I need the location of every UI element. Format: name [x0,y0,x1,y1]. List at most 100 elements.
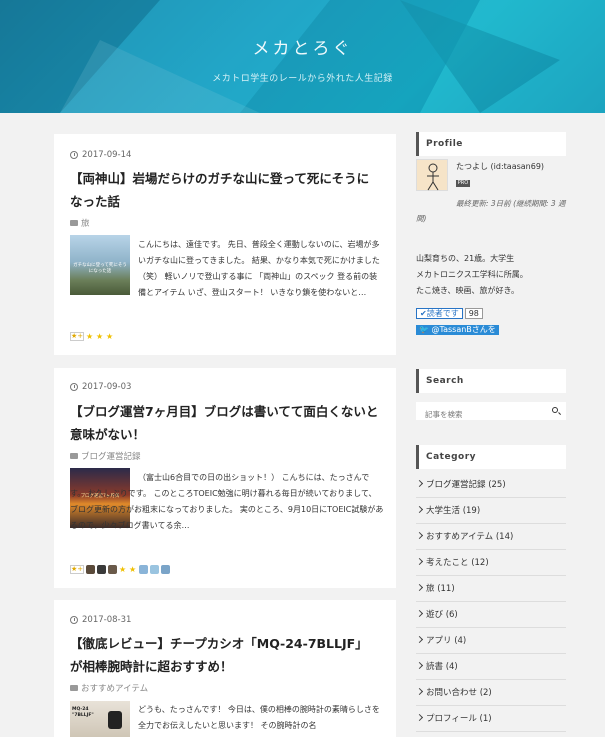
avatar-figure-icon [427,163,439,191]
chevron-right-icon [415,531,424,540]
chevron-right-icon [415,687,424,696]
category-label: アプリ (4) [426,636,467,646]
chevron-right-icon [415,635,424,644]
thumbnail-caption: ガチな山に登って死にそうになった話 [73,263,127,274]
reader-subscribe: ✔読者です 98 [416,308,483,319]
post-category[interactable]: ブログ運営記録 [70,450,141,462]
user-star-icon[interactable] [161,565,170,574]
category-item[interactable]: プロフィール (1) [415,706,566,732]
post-date: 2017-09-14 [70,150,131,160]
last-update: 最終更新: 3日前 (継続期間: 3 週間) [416,199,566,223]
user-star-icon[interactable] [150,565,159,574]
star-icon: ★ [96,331,104,341]
star-icon: ★ [129,564,137,574]
clock-icon [70,616,78,624]
search-form [416,402,566,424]
category-item[interactable]: 旅 (11) [415,576,566,602]
user-star-icon[interactable] [86,565,95,574]
category-label: 大学生活 (19) [426,506,481,516]
category-heading: Category [416,445,566,469]
search-icon[interactable] [552,407,558,413]
post-excerpt: どうも、たっさんです！ 今日は、僕の相棒の腕時計の素晴らしさを全力でお伝えしたい… [138,705,380,730]
post-title[interactable]: 【両神山】岩場だらけのガチな山に登って死にそうになった話 [70,167,380,213]
category-item[interactable]: おすすめアイテム (14) [415,524,566,550]
category-label: お問い合わせ (2) [426,688,492,698]
category-item[interactable]: 遊び (6) [415,602,566,628]
post-category[interactable]: おすすめアイテム [70,682,148,694]
category-label: おすすめアイテム (14) [426,532,514,542]
post-category[interactable]: 旅 [70,217,90,229]
category-item[interactable]: 大学生活 (19) [415,498,566,524]
category-label: 読書 (4) [426,662,458,672]
post-thumbnail[interactable]: ガチな山に登って死にそうになった話 [70,235,130,295]
folder-icon [70,220,78,226]
subscribe-button[interactable]: ✔読者です [416,308,463,319]
twitter-bird-icon: 🐦 [419,325,429,334]
chevron-right-icon [415,583,424,592]
star-icon: ★ [86,331,94,341]
star-icon: ★ [119,564,127,574]
category-item[interactable]: 考えたこと (12) [415,550,566,576]
folder-icon [70,685,78,691]
post-card: 2017-09-14 【両神山】岩場だらけのガチな山に登って死にそうになった話 … [54,134,396,355]
profile-username[interactable]: たつよし (id:taasan69) [456,161,571,172]
clock-icon [70,383,78,391]
post-date-text: 2017-09-03 [82,382,132,392]
category-label: ブログ運営記録 (25) [426,480,506,490]
chevron-right-icon [415,713,424,722]
star-list: ★+ ★ ★ [70,565,170,574]
post-title[interactable]: 【徹底レビュー】チープカシオ「MQ-24-7BLLJF」が相棒腕時計に超おすすめ… [70,632,380,678]
chevron-right-icon [415,479,424,488]
pro-badge: PRO [456,180,470,187]
thumbnail-caption: MQ-24 "7BLLJF" [72,707,94,718]
category-item[interactable]: お問い合わせ (2) [415,680,566,706]
category-label: プロフィール (1) [426,714,492,724]
post-date: 2017-08-31 [70,615,131,625]
profile-heading: Profile [416,132,566,156]
site-title[interactable]: メカとろぐ [0,34,605,59]
category-label: 旅 (11) [426,584,455,594]
post-excerpt: こんにちは、遠佳です。 先日、普段全く運動しないのに、岩場が多いガチな山に登って… [138,240,380,297]
star-list: ★+ ★ ★ ★ [70,332,114,341]
search-input[interactable] [416,405,541,424]
chevron-right-icon [415,661,424,670]
post-title[interactable]: 【ブログ運営7ヶ月目】ブログは書いてて面白くないと意味がない！ [70,400,380,446]
category-item[interactable]: 読書 (4) [415,654,566,680]
post-card: 2017-08-31 【徹底レビュー】チープカシオ「MQ-24-7BLLJF」が… [54,600,396,737]
category-item[interactable]: アプリ (4) [415,628,566,654]
site-description: メカトロ学生のレールから外れた人生記録 [212,74,393,84]
chevron-right-icon [415,609,424,618]
site-header: メカとろぐ メカトロ学生のレールから外れた人生記録 [0,0,605,113]
twitter-follow-button[interactable]: 🐦 @TassanBさんを [416,325,499,335]
search-heading: Search [416,369,566,393]
add-star-button[interactable]: ★+ [70,565,84,574]
category-label: 遊び (6) [426,610,458,620]
post-date-text: 2017-09-14 [82,150,132,160]
bio-line: メカトロニクス工学科に所属。 [416,270,528,279]
bio-line: 山梨育ちの、21歳。大学生 [416,254,515,263]
post-category-label: おすすめアイテム [81,684,149,694]
add-star-button[interactable]: ★+ [70,332,84,341]
user-star-icon[interactable] [108,565,117,574]
star-icon: ★ [106,331,114,341]
folder-icon [70,453,78,459]
avatar[interactable] [416,159,448,191]
post-date-text: 2017-08-31 [82,615,132,625]
post-category-label: 旅 [81,219,90,229]
category-item[interactable]: ブログ運営記録 (25) [415,472,566,498]
bio-line: たこ焼き、映画、旅が好き。 [416,286,520,295]
twitter-follow-label: @TassanBさんを [431,325,496,334]
user-star-icon[interactable] [97,565,106,574]
post-category-label: ブログ運営記録 [81,452,141,462]
reader-count[interactable]: 98 [464,308,483,319]
post-card: 2017-09-03 【ブログ運営7ヶ月目】ブログは書いてて面白くないと意味がな… [54,368,396,588]
watch-image [108,711,122,729]
clock-icon [70,151,78,159]
post-excerpt: （富士山6合目での日の出ショット！） こんちには、たっさんです。 お久しぶりです… [70,473,384,530]
post-thumbnail[interactable]: MQ-24 "7BLLJF" [70,701,130,737]
chevron-right-icon [415,505,424,514]
chevron-right-icon [415,557,424,566]
user-star-icon[interactable] [139,565,148,574]
category-label: 考えたこと (12) [426,558,489,568]
post-date: 2017-09-03 [70,382,131,392]
